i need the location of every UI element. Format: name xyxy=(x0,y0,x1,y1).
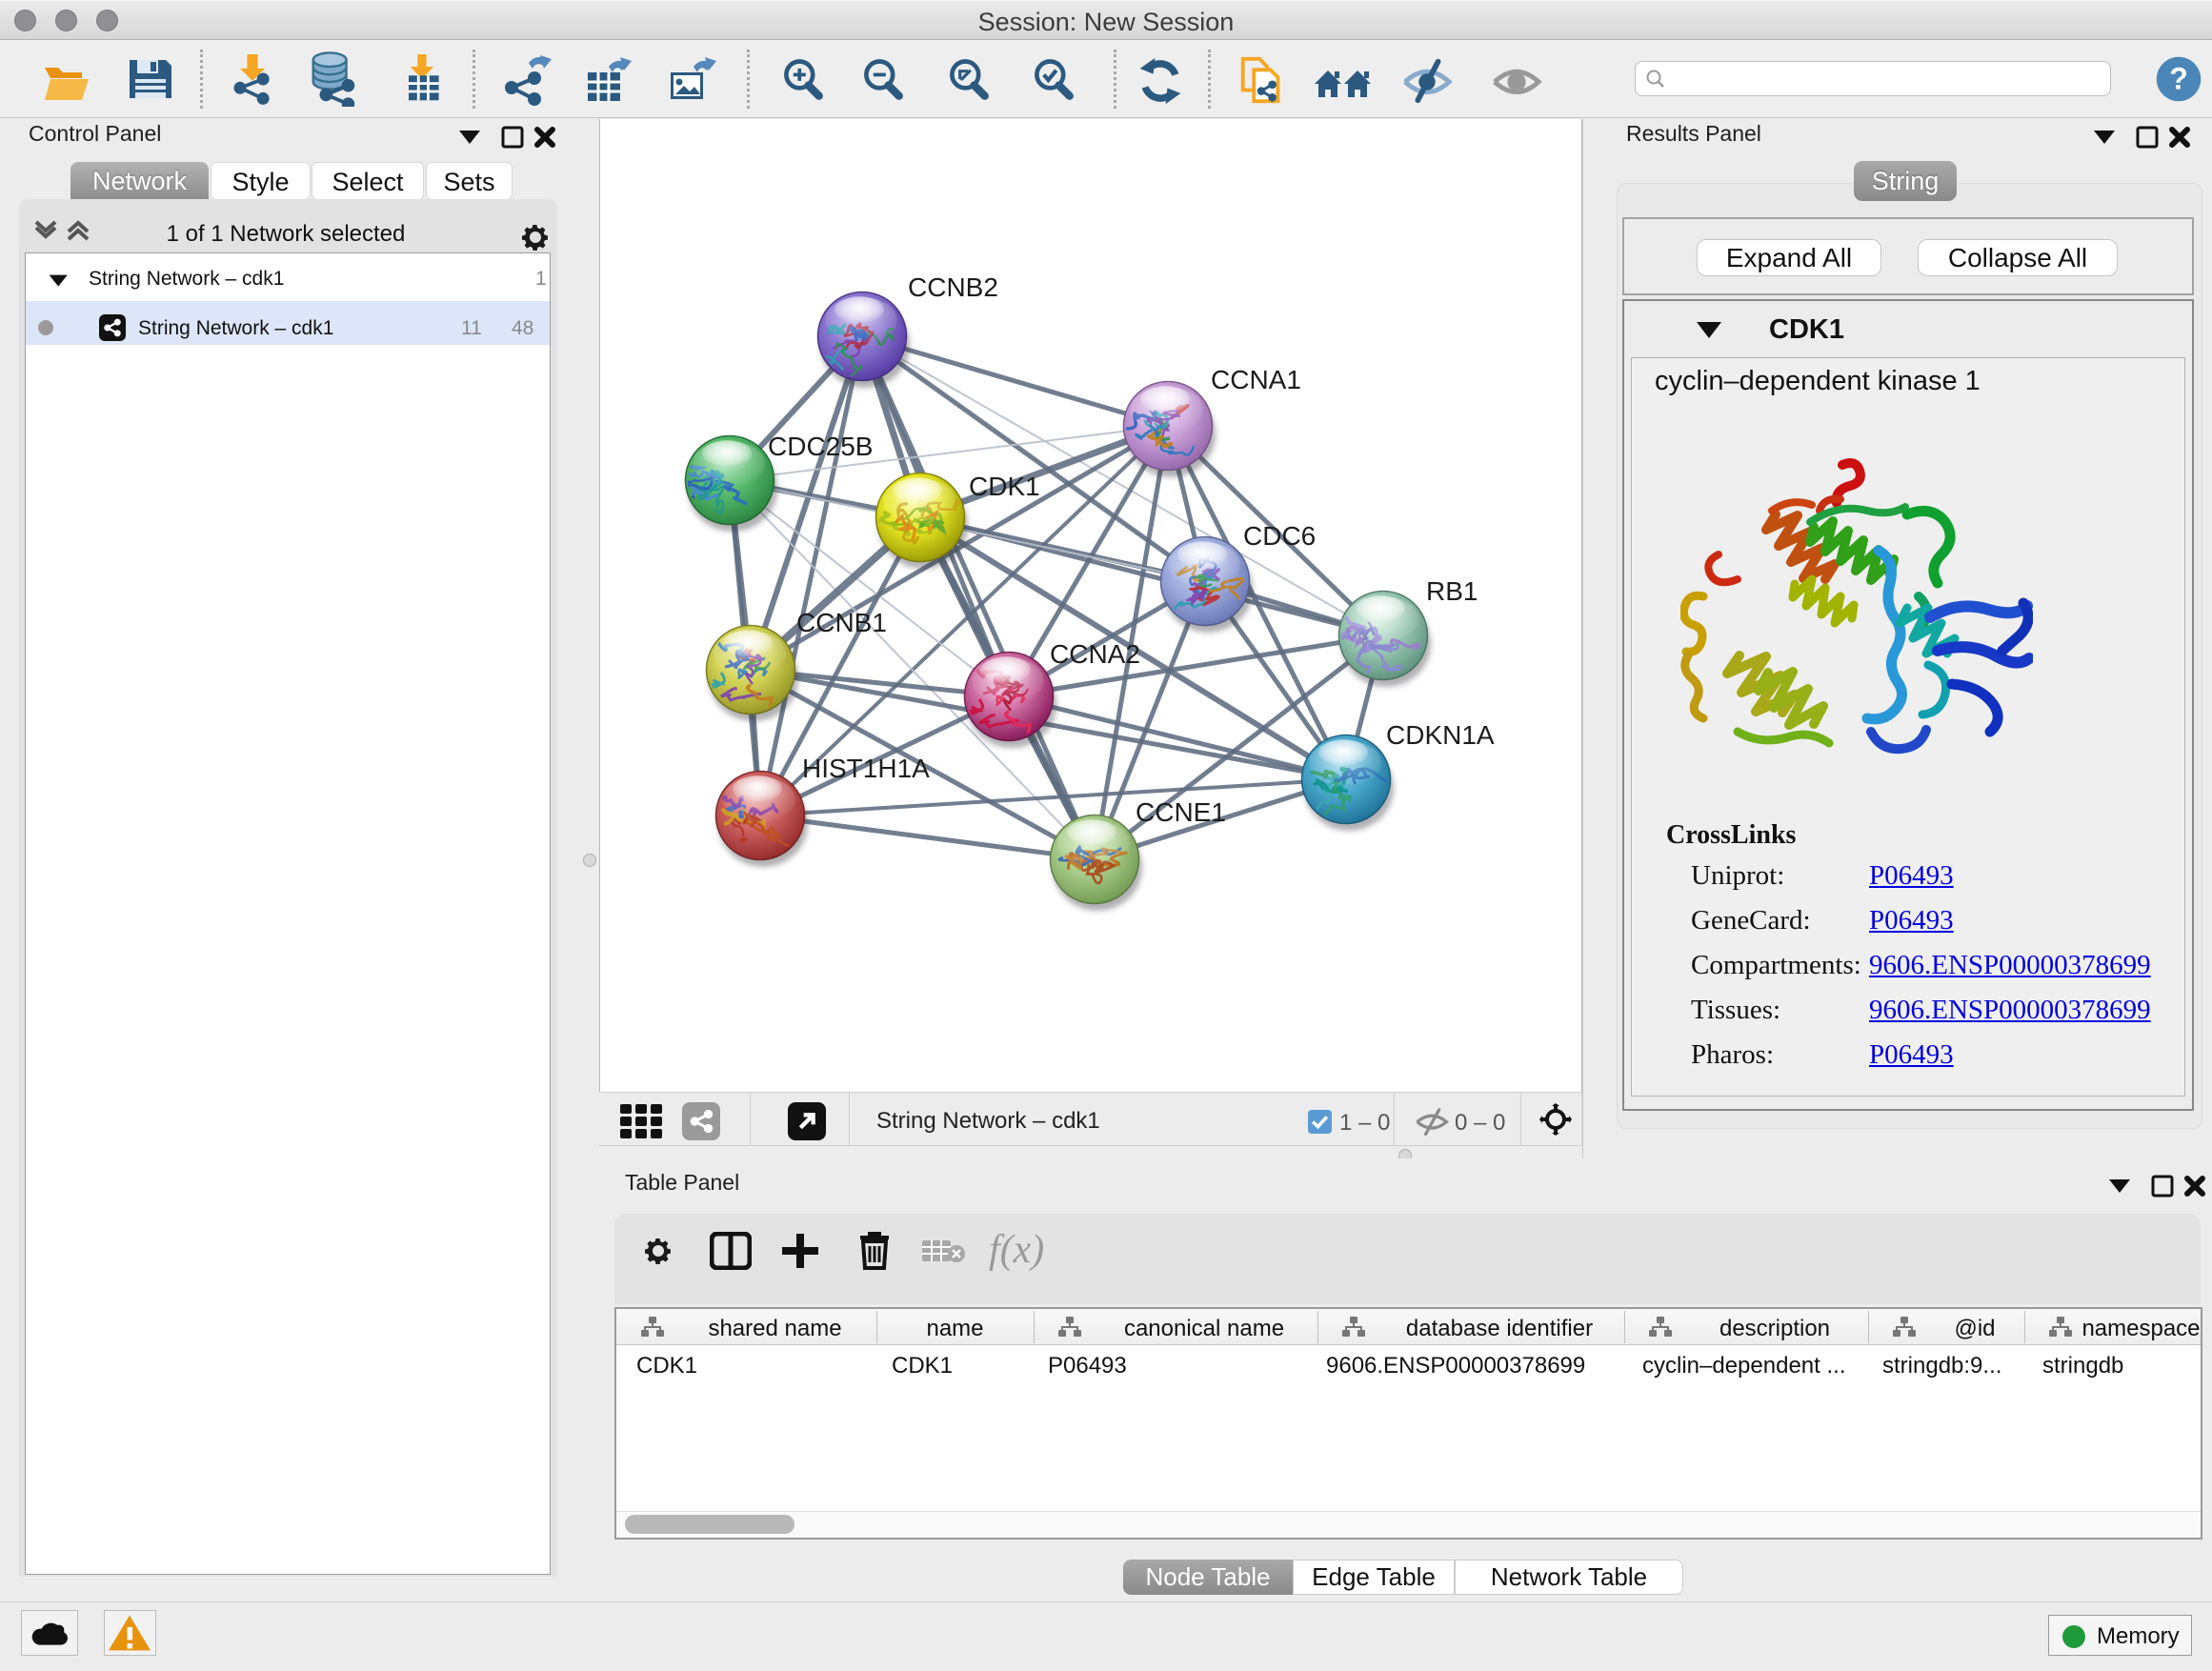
svg-text:CCNE1: CCNE1 xyxy=(1136,797,1226,827)
svg-text:RB1: RB1 xyxy=(1426,576,1478,606)
svg-text:CDC25B: CDC25B xyxy=(768,432,873,461)
svg-text:?: ? xyxy=(2169,62,2188,96)
svg-text:CDC6: CDC6 xyxy=(1243,521,1316,551)
svg-text:CDK1: CDK1 xyxy=(969,472,1040,501)
svg-text:CCNB1: CCNB1 xyxy=(796,608,887,637)
svg-text:CCNA1: CCNA1 xyxy=(1211,365,1301,394)
svg-text:CCNA2: CCNA2 xyxy=(1050,639,1140,669)
svg-text:HIST1H1A: HIST1H1A xyxy=(802,754,930,783)
svg-text:CDKN1A: CDKN1A xyxy=(1386,720,1495,750)
svg-text:CCNB2: CCNB2 xyxy=(908,272,998,302)
